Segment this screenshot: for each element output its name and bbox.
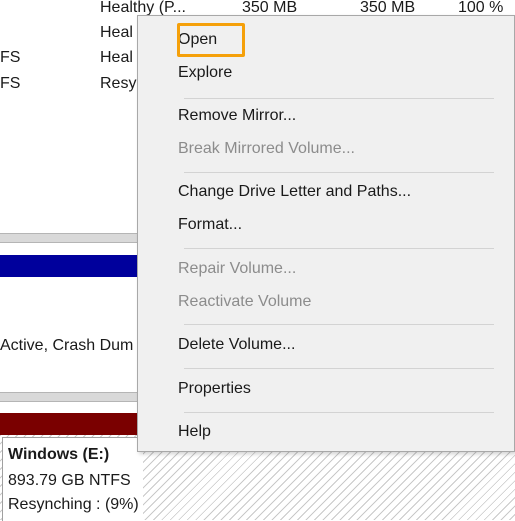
menu-item-break-mirrored-volume[interactable]: Break Mirrored Volume... xyxy=(178,135,355,163)
menu-separator xyxy=(184,412,494,413)
partition-status-text: Active, Crash Dum xyxy=(0,337,134,354)
menu-item-remove-mirror[interactable]: Remove Mirror... xyxy=(178,102,296,130)
volume-status: Resynching : (9%) xyxy=(8,496,139,513)
menu-separator xyxy=(184,368,494,369)
menu-separator xyxy=(184,172,494,173)
status-cell: Resy xyxy=(100,75,137,92)
volume-block-windows[interactable]: Windows (E:) 893.79 GB NTFS Resynching :… xyxy=(2,437,143,521)
menu-separator xyxy=(184,98,494,99)
menu-item-delete-volume[interactable]: Delete Volume... xyxy=(178,331,295,359)
keyboard-focus-highlight xyxy=(177,23,245,57)
simple-volume-bar xyxy=(0,255,137,277)
disk-separator xyxy=(0,392,137,402)
fs-cell: FS xyxy=(0,49,21,66)
partition-block[interactable]: Active, Crash Dum xyxy=(0,277,137,392)
menu-separator xyxy=(184,324,494,325)
fs-cell: FS xyxy=(0,75,21,92)
status-cell: Heal xyxy=(100,24,133,41)
menu-item-reactivate-volume[interactable]: Reactivate Volume xyxy=(178,288,311,316)
menu-separator xyxy=(184,248,494,249)
context-menu: Open Explore Remove Mirror... Break Mirr… xyxy=(137,15,515,452)
status-cell: Heal xyxy=(100,49,133,66)
menu-item-repair-volume[interactable]: Repair Volume... xyxy=(178,255,296,283)
menu-item-format[interactable]: Format... xyxy=(178,211,242,239)
menu-item-properties[interactable]: Properties xyxy=(178,375,251,403)
menu-item-change-drive-letter[interactable]: Change Drive Letter and Paths... xyxy=(178,178,411,206)
menu-item-help[interactable]: Help xyxy=(178,418,211,446)
menu-item-explore[interactable]: Explore xyxy=(178,59,232,87)
mirrored-volume-bar xyxy=(0,413,137,435)
pane-splitter[interactable] xyxy=(0,233,137,243)
volume-size: 893.79 GB NTFS xyxy=(8,472,131,489)
volume-name: Windows (E:) xyxy=(8,446,110,463)
